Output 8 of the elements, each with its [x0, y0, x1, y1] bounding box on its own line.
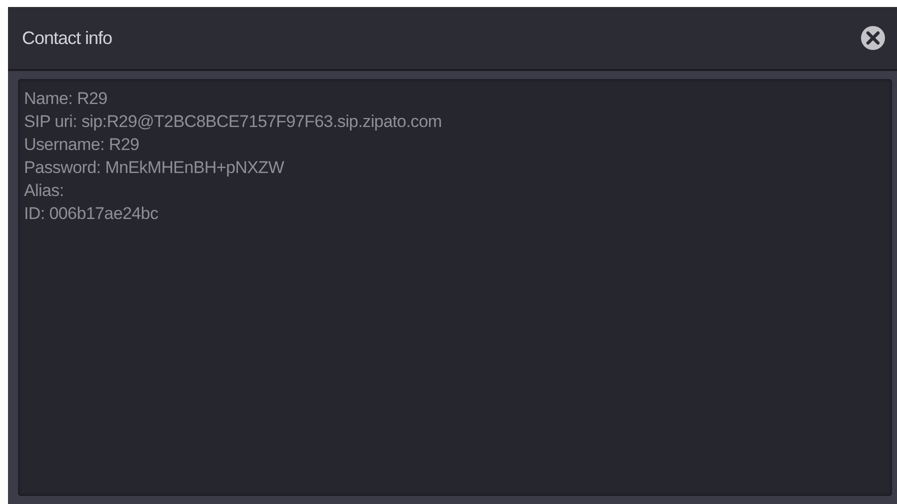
detail-line: Password: MnEkMHEnBH+pNXZW: [24, 157, 286, 179]
detail-line: Alias:: [24, 180, 65, 202]
detail-line: ID: 006b17ae24bc: [24, 203, 160, 225]
dialog-title: Contact info: [22, 28, 112, 48]
detail-line: Username: R29: [24, 134, 140, 156]
detail-line: Name: R29: [24, 88, 108, 110]
close-icon[interactable]: [861, 26, 885, 50]
detail-line: SIP uri: sip:R29@T2BC8BCE7157F97F63.sip.zipato.com: [24, 111, 443, 133]
